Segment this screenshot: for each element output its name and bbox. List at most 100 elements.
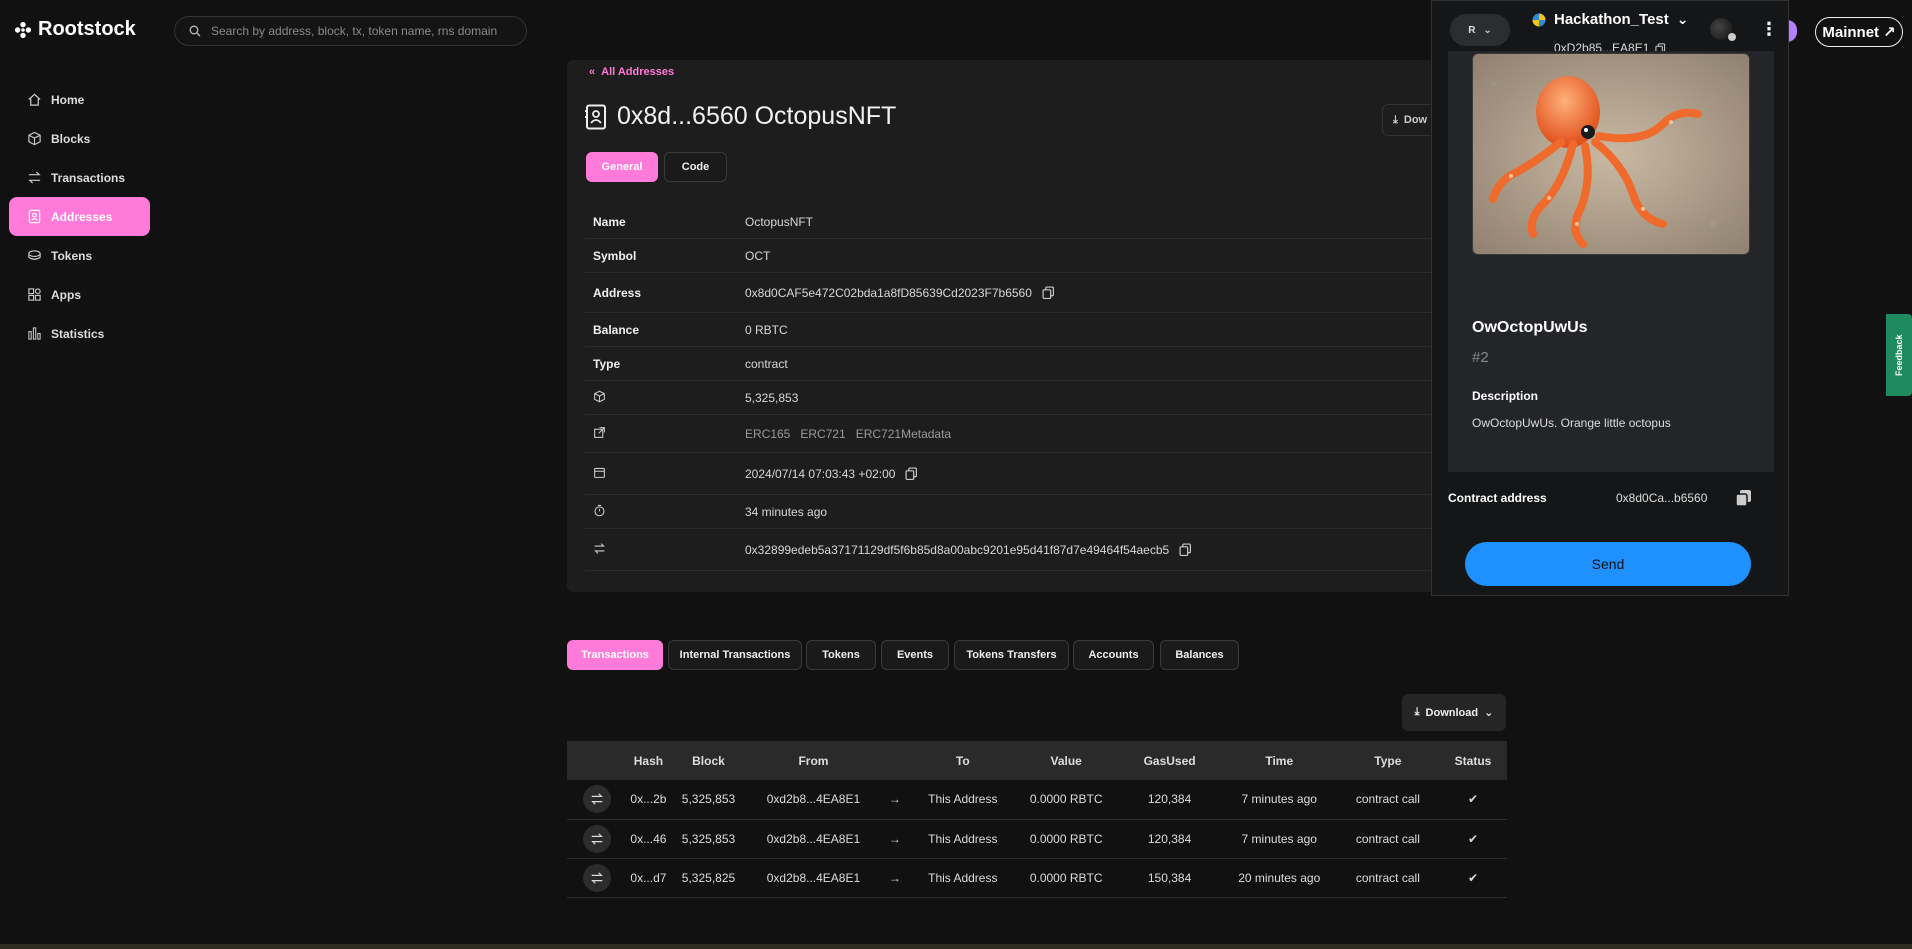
sidebar-item-label: Apps — [51, 287, 81, 302]
detail-value: 5,325,853 — [745, 390, 799, 405]
transactions-table: Hash Block From To Value GasUsed Time Ty… — [567, 741, 1507, 898]
sidebar-item-statistics[interactable]: Statistics — [9, 314, 150, 353]
column-header: Status — [1439, 741, 1507, 780]
download-button-label: Download — [1425, 706, 1479, 719]
bottom-divider — [0, 944, 1912, 949]
tab-label: General — [601, 161, 643, 173]
tab-general[interactable]: General — [586, 152, 658, 182]
search-input[interactable] — [211, 24, 511, 38]
tx-type: contract call — [1336, 819, 1440, 859]
detail-value: ERC165 ERC721 ERC721Metadata — [745, 427, 951, 441]
detail-value: 0x32899edeb5a37171129df5f6b85d8a00abc920… — [745, 543, 1192, 557]
rootstock-logo-icon — [14, 21, 32, 38]
column-header: Block — [669, 741, 748, 780]
tab-tokens-transfers[interactable]: Tokens Transfers — [954, 640, 1069, 670]
column-header: From — [747, 741, 880, 780]
feedback-tab[interactable]: Feedback — [1886, 314, 1912, 396]
sidebar-item-label: Tokens — [51, 248, 93, 263]
tab-label: Balances — [1175, 649, 1224, 661]
tab-events[interactable]: Events — [881, 640, 949, 670]
sidebar-item-label: Blocks — [51, 131, 91, 146]
detail-value: OCT — [745, 248, 771, 263]
sidebar-item-blocks[interactable]: Blocks — [9, 119, 150, 158]
detail-row-type: Type contract — [585, 347, 1445, 381]
contract-address-value: 0x8d0Ca...b6560 — [1616, 491, 1708, 505]
account-avatar-icon — [1532, 13, 1546, 26]
arrow-right-icon: → — [879, 780, 911, 820]
tx-from[interactable]: 0xd2b8...4EA8E1 — [747, 780, 880, 820]
arrows-icon — [583, 863, 612, 892]
chevron-down-icon: ⌄ — [1483, 24, 1492, 36]
interface-tag: ERC165 — [745, 426, 791, 441]
tab-code[interactable]: Code — [664, 152, 727, 182]
detail-row-age: 34 minutes ago — [585, 495, 1445, 529]
rootstock-logo[interactable]: Rootstock — [14, 18, 136, 41]
sidebar-item-transactions[interactable]: Transactions — [9, 158, 150, 197]
tab-label: Accounts — [1088, 649, 1139, 661]
tab-transactions[interactable]: Transactions — [567, 640, 663, 670]
network-button-label: Mainnet — [1822, 23, 1880, 41]
kebab-menu-icon[interactable]: ⋮ — [1760, 19, 1778, 40]
column-header: Time — [1221, 741, 1337, 780]
tx-from[interactable]: 0xd2b8...4EA8E1 — [747, 819, 880, 859]
column-header: GasUsed — [1117, 741, 1222, 780]
tx-from[interactable]: 0xd2b8...4EA8E1 — [747, 858, 880, 898]
tx-hash[interactable]: 0x...2b — [627, 780, 670, 820]
sidebar-item-home[interactable]: Home — [9, 80, 150, 119]
detail-value: 2024/07/14 07:03:43 +02:00 — [745, 467, 918, 481]
network-badge: R — [1468, 24, 1476, 36]
tab-label: Code — [681, 161, 710, 173]
tx-gas: 150,384 — [1117, 858, 1222, 898]
download-top-label: Dow — [1403, 114, 1428, 126]
table-row[interactable]: 0x...46 5,325,853 0xd2b8...4EA8E1 → This… — [567, 819, 1507, 859]
detail-value: OctopusNFT — [745, 214, 814, 229]
tx-block[interactable]: 5,325,825 — [669, 858, 748, 898]
tab-label: Internal Transactions — [679, 649, 791, 661]
tab-balances[interactable]: Balances — [1160, 640, 1239, 670]
sidebar-item-addresses[interactable]: Addresses — [9, 197, 150, 236]
tab-accounts[interactable]: Accounts — [1073, 640, 1154, 670]
detail-row-block: 5,325,853 — [585, 381, 1445, 415]
sidebar-item-tokens[interactable]: Tokens — [9, 236, 150, 275]
download-button[interactable]: ⤓ Download ⌄ — [1402, 694, 1506, 731]
stopwatch-icon — [594, 504, 605, 516]
cube-icon — [28, 131, 41, 146]
search-box[interactable] — [174, 16, 527, 46]
tx-hash[interactable]: 0x...46 — [627, 819, 670, 859]
tx-block[interactable]: 5,325,853 — [669, 780, 748, 820]
send-button[interactable]: Send — [1465, 542, 1751, 586]
send-button-label: Send — [1591, 556, 1625, 572]
tx-type: contract call — [1336, 780, 1440, 820]
copy-icon[interactable] — [1735, 489, 1753, 507]
back-link-label: All Addresses — [601, 66, 675, 78]
tx-block[interactable]: 5,325,853 — [669, 819, 748, 859]
copy-icon[interactable] — [905, 467, 918, 480]
tx-to: This Address — [910, 858, 1016, 898]
tx-hash[interactable]: 0x...d7 — [627, 858, 670, 898]
sidebar-item-label: Home — [51, 92, 85, 107]
account-selector[interactable]: Hackathon_Test ⌄ — [1532, 11, 1689, 28]
back-link[interactable]: « All Addresses — [589, 66, 674, 78]
tab-internal-transactions[interactable]: Internal Transactions — [668, 640, 802, 670]
tx-gas: 120,384 — [1117, 780, 1222, 820]
check-icon: ✔ — [1439, 858, 1507, 898]
table-row[interactable]: 0x...2b 5,325,853 0xd2b8...4EA8E1 → This… — [567, 780, 1507, 820]
chevron-down-icon: ⌄ — [1484, 707, 1494, 719]
sidebar-item-apps[interactable]: Apps — [9, 275, 150, 314]
copy-icon[interactable] — [1179, 543, 1192, 556]
copy-icon[interactable] — [1042, 286, 1055, 299]
table-row[interactable]: 0x...d7 5,325,825 0xd2b8...4EA8E1 → This… — [567, 858, 1507, 898]
network-selector[interactable]: R ⌄ — [1450, 14, 1510, 46]
column-header: Type — [1336, 741, 1440, 780]
contract-address-label: Contract address — [1448, 491, 1547, 505]
tab-tokens[interactable]: Tokens — [806, 640, 876, 670]
network-button[interactable]: Mainnet ↗ — [1815, 17, 1903, 47]
tab-label: Transactions — [581, 649, 649, 661]
chevron-down-icon: ⌄ — [1676, 11, 1689, 27]
tx-time: 7 minutes ago — [1221, 819, 1337, 859]
tx-hash-link[interactable]: 0x32899edeb5a37171129df5f6b85d8a00abc920… — [745, 543, 1169, 557]
tx-time: 20 minutes ago — [1221, 858, 1337, 898]
arrow-right-icon: → — [879, 819, 911, 859]
arrows-icon — [594, 542, 605, 554]
nft-id: #2 — [1472, 349, 1489, 366]
